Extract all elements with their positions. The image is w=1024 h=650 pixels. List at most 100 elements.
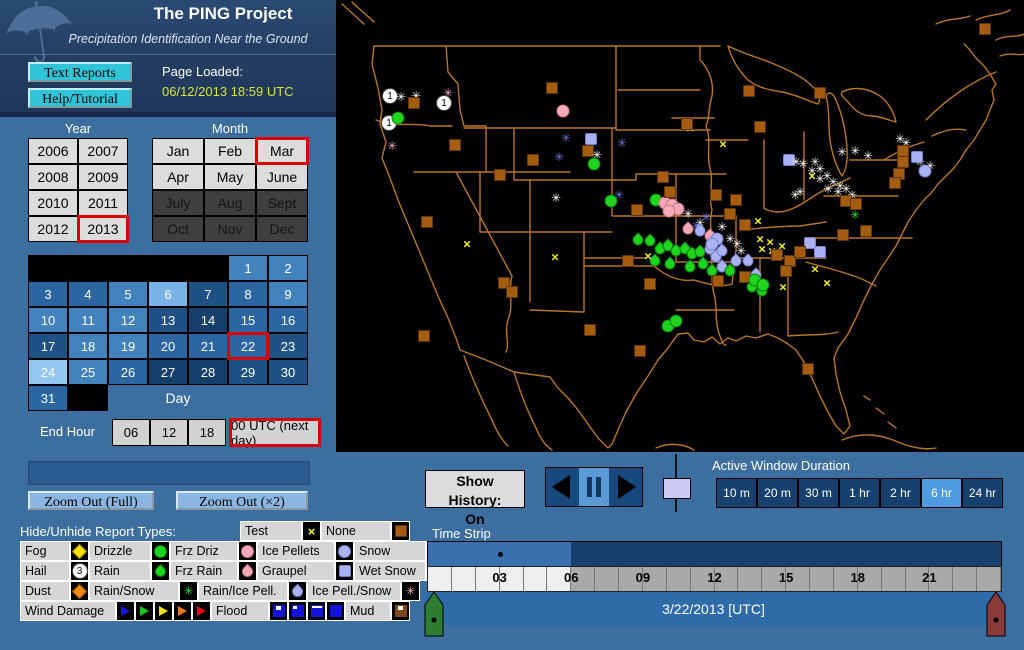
legend-icon-cell-tri-yellow[interactable]	[154, 601, 173, 621]
day-5[interactable]: 5	[108, 281, 148, 307]
year-2006[interactable]: 2006	[28, 138, 78, 164]
legend-icon-cell-mud[interactable]	[391, 601, 410, 621]
hour-cell-22[interactable]	[953, 567, 978, 591]
time-strip-start-handle[interactable]	[424, 591, 444, 637]
legend-icon-cell-flood-3[interactable]	[307, 601, 326, 621]
legend-label-rain-snow[interactable]: Rain/Snow	[89, 581, 179, 601]
day-21[interactable]: 21	[188, 333, 228, 359]
day-16[interactable]: 16	[268, 307, 308, 333]
year-2010[interactable]: 2010	[28, 190, 78, 216]
speed-slider-handle[interactable]	[663, 478, 691, 499]
day-31[interactable]: 31	[28, 385, 68, 411]
day-12[interactable]: 12	[108, 307, 148, 333]
year-2008[interactable]: 2008	[28, 164, 78, 190]
legend-label-rain-ice-pell-[interactable]: Rain/Ice Pell.	[198, 581, 288, 601]
day-9[interactable]: 9	[268, 281, 308, 307]
day-24[interactable]: 24	[28, 359, 68, 385]
day-8[interactable]: 8	[228, 281, 268, 307]
day-27[interactable]: 27	[148, 359, 188, 385]
help-tutorial-button[interactable]: Help/Tutorial	[28, 88, 132, 108]
end-hour-18[interactable]: 18	[188, 419, 226, 446]
day-29[interactable]: 29	[228, 359, 268, 385]
legend-icon-cell-fog[interactable]	[70, 541, 89, 561]
month-apr[interactable]: Apr	[152, 164, 204, 190]
day-11[interactable]: 11	[68, 307, 108, 333]
duration-24hr[interactable]: 24 hr	[962, 478, 1003, 508]
day-1[interactable]: 1	[228, 255, 268, 281]
legend-label-drizzle[interactable]: Drizzle	[89, 541, 151, 561]
day-23[interactable]: 23	[268, 333, 308, 359]
day-17[interactable]: 17	[28, 333, 68, 359]
hour-cell-16[interactable]	[810, 567, 834, 591]
duration-30m[interactable]: 30 m	[798, 478, 839, 508]
legend-label-wet-snow[interactable]: Wet Snow	[354, 561, 426, 581]
legend-label-mud[interactable]: Mud	[345, 601, 391, 621]
time-strip-hour-bar[interactable]: 03 06 09 12 15 18 21	[427, 566, 1002, 592]
duration-1hr[interactable]: 1 hr	[839, 478, 880, 508]
month-jan[interactable]: Jan	[152, 138, 204, 164]
zoom-out-2x-button[interactable]: Zoom Out (×2)	[176, 491, 308, 510]
month-feb[interactable]: Feb	[204, 138, 256, 164]
legend-icon-cell-rain-ice[interactable]	[288, 581, 307, 601]
duration-10m[interactable]: 10 m	[716, 478, 757, 508]
legend-label-dust[interactable]: Dust	[20, 581, 70, 601]
duration-20m[interactable]: 20 m	[757, 478, 798, 508]
legend-label-wind-damage[interactable]: Wind Damage	[20, 601, 116, 621]
day-22[interactable]: 22	[227, 332, 269, 360]
legend-label-ice-pell-snow[interactable]: Ice Pell./Snow	[307, 581, 401, 601]
day-15[interactable]: 15	[228, 307, 268, 333]
day-26[interactable]: 26	[108, 359, 148, 385]
legend-label-graupel[interactable]: Graupel	[257, 561, 335, 581]
legend-icon-cell-tri-green[interactable]	[135, 601, 154, 621]
legend-label-test[interactable]: Test	[240, 521, 302, 541]
zoom-out-full-button[interactable]: Zoom Out (Full)	[28, 491, 154, 510]
legend-icon-cell-tri-blue[interactable]	[116, 601, 135, 621]
legend-label-frz-driz[interactable]: Frz Driz	[170, 541, 238, 561]
year-2009[interactable]: 2009	[78, 164, 128, 190]
legend-icon-cell-hail[interactable]: 3	[70, 561, 89, 581]
day-3[interactable]: 3	[28, 281, 68, 307]
day-2[interactable]: 2	[268, 255, 308, 281]
text-reports-button[interactable]: Text Reports	[28, 62, 132, 82]
hour-cell-7[interactable]	[595, 567, 619, 591]
hour-cell-10[interactable]	[666, 567, 691, 591]
duration-6hr[interactable]: 6 hr	[921, 478, 962, 508]
legend-icon-cell-ip-snow[interactable]: ✳	[401, 581, 420, 601]
show-history-toggle[interactable]: Show History: On	[425, 470, 525, 527]
day-6[interactable]: 6	[148, 281, 188, 307]
day-20[interactable]: 20	[148, 333, 188, 359]
day-4[interactable]: 4	[68, 281, 108, 307]
year-2007[interactable]: 2007	[78, 138, 128, 164]
day-19[interactable]: 19	[108, 333, 148, 359]
day-18[interactable]: 18	[68, 333, 108, 359]
day-28[interactable]: 28	[188, 359, 228, 385]
legend-icon-cell-flood-2[interactable]	[288, 601, 307, 621]
legend-icon-cell-frz-driz[interactable]	[238, 541, 257, 561]
day-7[interactable]: 7	[188, 281, 228, 307]
legend-icon-cell-flood-1[interactable]	[269, 601, 288, 621]
legend-icon-cell-ice-pellets[interactable]	[335, 541, 354, 561]
hour-cell-1[interactable]	[451, 567, 476, 591]
year-2013[interactable]: 2013	[77, 215, 129, 243]
legend-label-none[interactable]: None	[321, 521, 391, 541]
legend-icon-cell-tri-red[interactable]	[192, 601, 211, 621]
year-2012[interactable]: 2012	[28, 216, 78, 242]
hour-cell-23[interactable]	[977, 567, 1001, 591]
legend-label-hail[interactable]: Hail	[20, 561, 70, 581]
time-strip-window-bar[interactable]	[427, 541, 1002, 567]
duration-2hr[interactable]: 2 hr	[880, 478, 921, 508]
legend-icon-cell-frz-rain[interactable]	[238, 561, 257, 581]
legend-label-flood[interactable]: Flood	[211, 601, 269, 621]
legend-icon-cell-rain-snow[interactable]: ✳	[179, 581, 198, 601]
legend-icon-cell-graupel[interactable]	[335, 561, 354, 581]
day-30[interactable]: 30	[268, 359, 308, 385]
legend-icon-cell-tri-orange[interactable]	[173, 601, 192, 621]
step-forward-button[interactable]	[611, 468, 642, 506]
hour-cell-0[interactable]	[428, 567, 452, 591]
day-13[interactable]: 13	[148, 307, 188, 333]
legend-label-fog[interactable]: Fog	[20, 541, 70, 561]
legend-icon-cell-test[interactable]: ×	[302, 521, 321, 541]
legend-label-rain[interactable]: Rain	[89, 561, 151, 581]
legend-icon-cell-rain[interactable]	[151, 561, 170, 581]
day-25[interactable]: 25	[68, 359, 108, 385]
